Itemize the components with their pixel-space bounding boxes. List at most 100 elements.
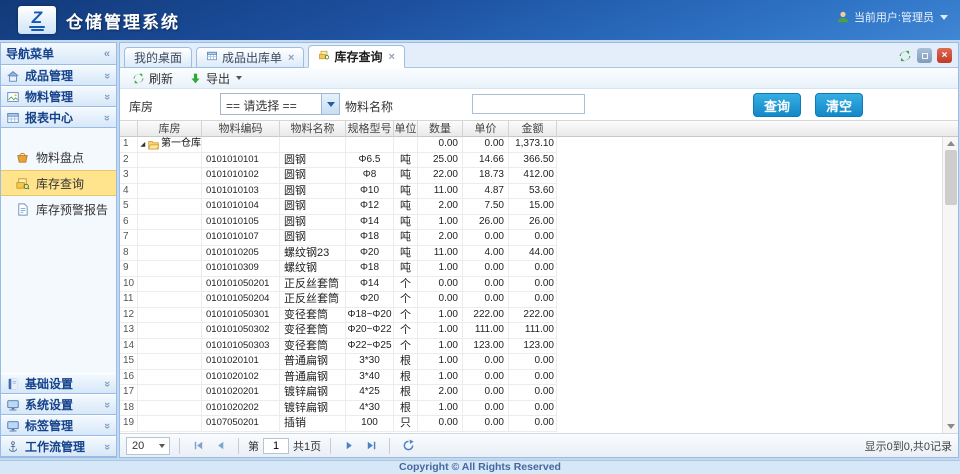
- table-row[interactable]: 8 0101010205 螺纹钢23 Φ20 吨 11.00 4.00 44.0…: [120, 246, 958, 262]
- home-icon: [6, 69, 20, 83]
- sidebar-item-workflow-management[interactable]: 工作流管理 »: [1, 436, 116, 457]
- first-page-button[interactable]: [189, 437, 207, 455]
- cell-qty: 1.00: [418, 261, 463, 277]
- sidebar-item-basic-settings[interactable]: 基础设置 »: [1, 373, 116, 394]
- vertical-scrollbar[interactable]: [942, 137, 958, 433]
- sidebar-item-report-center[interactable]: 报表中心 «: [1, 107, 116, 128]
- table-row[interactable]: 3 0101010102 圆钢 Φ8 吨 22.00 18.73 412.00: [120, 168, 958, 184]
- cell-material-name: 圆钢: [280, 230, 346, 246]
- cell-spec: 4*25: [346, 385, 394, 401]
- combo-arrow-button[interactable]: [321, 94, 339, 114]
- sidebar-item-material-count[interactable]: 物料盘点: [1, 144, 116, 170]
- tab-inventory-query[interactable]: 库存查询 ×: [308, 45, 404, 68]
- maximize-icon[interactable]: [917, 48, 932, 63]
- page-size-select[interactable]: 20: [126, 437, 170, 455]
- sidebar-item-system-settings[interactable]: 系统设置 »: [1, 394, 116, 415]
- tree-group-row[interactable]: 1 第一仓库 0.00 0.00 1,373.10: [120, 137, 958, 153]
- col-unit[interactable]: 单位: [394, 121, 418, 137]
- cell-material-name: 镀锌扁钢: [280, 401, 346, 417]
- cell-qty: 2.00: [418, 385, 463, 401]
- sidebar-item-label: 系统设置: [25, 396, 73, 413]
- prev-page-button[interactable]: [211, 437, 229, 455]
- col-rownum[interactable]: [120, 121, 138, 137]
- table-row[interactable]: 11 010101050204 正反丝套筒 Φ20 个 0.00 0.00 0.…: [120, 292, 958, 308]
- sidebar-item-inventory-query[interactable]: 库存查询: [1, 170, 116, 196]
- col-warehouse[interactable]: 库房: [138, 121, 202, 137]
- row-number: 6: [120, 215, 138, 231]
- cell-material-name: 正反丝套筒: [280, 277, 346, 293]
- tab-my-desktop[interactable]: 我的桌面: [124, 47, 192, 68]
- table-icon: [206, 50, 218, 65]
- query-button[interactable]: 查询: [753, 93, 801, 117]
- tab-close-icon[interactable]: ×: [288, 52, 294, 64]
- table-row[interactable]: 19 0107050201 插销 100 只 0.00 0.00 0.00: [120, 416, 958, 432]
- sidebar-item-finished-goods[interactable]: 成品管理 »: [1, 65, 116, 86]
- table-row[interactable]: 10 010101050201 正反丝套筒 Φ14 个 0.00 0.00 0.…: [120, 277, 958, 293]
- table-row[interactable]: 17 0101020201 镀锌扁钢 4*25 根 2.00 0.00 0.00: [120, 385, 958, 401]
- col-price[interactable]: 单价: [463, 121, 509, 137]
- chevron-double-up-icon: «: [101, 114, 113, 120]
- table-row[interactable]: 15 0101020101 普通扁钢 3*30 根 1.00 0.00 0.00: [120, 354, 958, 370]
- col-material-name[interactable]: 物料名称: [280, 121, 346, 137]
- cell-spec: Φ18: [346, 261, 394, 277]
- table-row[interactable]: 6 0101010105 圆钢 Φ14 吨 1.00 26.00 26.00: [120, 215, 958, 231]
- table-row[interactable]: 5 0101010104 圆钢 Φ12 吨 2.00 7.50 15.00: [120, 199, 958, 215]
- scroll-down-icon[interactable]: [947, 424, 955, 429]
- warehouse-name: 第一仓库: [161, 137, 201, 152]
- tree-expand-icon[interactable]: [140, 141, 146, 148]
- table-row[interactable]: 7 0101010107 圆钢 Φ18 吨 2.00 0.00 0.00: [120, 230, 958, 246]
- sidebar-item-label-management[interactable]: 标签管理 »: [1, 415, 116, 436]
- cell-spec: Φ6.5: [346, 153, 394, 169]
- current-user-menu[interactable]: 当前用户:管理员: [836, 9, 948, 25]
- sidebar-item-label: 物料管理: [25, 88, 73, 105]
- tab-finished-goods-outbound[interactable]: 成品出库单 ×: [196, 47, 304, 68]
- scrollbar-thumb[interactable]: [945, 150, 957, 205]
- cell-amount: 26.00: [509, 215, 557, 231]
- export-button[interactable]: 导出: [182, 69, 249, 88]
- cell-spec: 100: [346, 416, 394, 432]
- group-amount: 1,373.10: [509, 137, 557, 153]
- table-row[interactable]: 14 010101050303 变径套筒 Φ22~Φ25 个 1.00 123.…: [120, 339, 958, 355]
- tab-close-icon[interactable]: ×: [388, 51, 394, 63]
- cell-material-name: 插销: [280, 416, 346, 432]
- cell-unit: 吨: [394, 246, 418, 262]
- cell-amount: 0.00: [509, 370, 557, 386]
- scroll-up-icon[interactable]: [947, 141, 955, 146]
- pager-refresh-button[interactable]: [399, 437, 417, 455]
- clear-button[interactable]: 清空: [815, 93, 863, 117]
- col-qty[interactable]: 数量: [418, 121, 463, 137]
- cell-amount: 0.00: [509, 261, 557, 277]
- table-row[interactable]: 16 0101020102 普通扁钢 3*40 根 1.00 0.00 0.00: [120, 370, 958, 386]
- last-page-button[interactable]: [362, 437, 380, 455]
- cell-qty: 2.00: [418, 230, 463, 246]
- close-icon[interactable]: ×: [937, 48, 952, 63]
- grid-body: 1 第一仓库 0.00 0.00 1,373.10 2 0101010: [120, 137, 958, 432]
- warehouse-select[interactable]: == 请选择 ==: [220, 93, 340, 115]
- col-amount[interactable]: 金额: [509, 121, 557, 137]
- refresh-tab-icon[interactable]: [898, 49, 912, 63]
- sidebar-item-materials[interactable]: 物料管理 »: [1, 86, 116, 107]
- sidebar-item-label: 库存预警报告: [36, 201, 108, 218]
- col-spec[interactable]: 规格型号: [346, 121, 394, 137]
- table-row[interactable]: 2 0101010101 圆钢 Φ6.5 吨 25.00 14.66 366.5…: [120, 153, 958, 169]
- table-row[interactable]: 9 0101010309 螺纹钢 Φ18 吨 1.00 0.00 0.00: [120, 261, 958, 277]
- material-name-input[interactable]: [472, 94, 585, 114]
- table-row[interactable]: 13 010101050302 变径套筒 Φ20~Φ22 个 1.00 111.…: [120, 323, 958, 339]
- cell-price: 222.00: [463, 308, 509, 324]
- cell-unit: 根: [394, 354, 418, 370]
- table-row[interactable]: 4 0101010103 圆钢 Φ10 吨 11.00 4.87 53.60: [120, 184, 958, 200]
- refresh-button[interactable]: 刷新: [125, 69, 180, 88]
- col-material-code[interactable]: 物料编码: [202, 121, 280, 137]
- cell-material-name: 圆钢: [280, 215, 346, 231]
- table-row[interactable]: 18 0101020202 镀锌扁钢 4*30 根 1.00 0.00 0.00: [120, 401, 958, 417]
- sidebar-title-bar: 导航菜单 «: [1, 43, 116, 65]
- table-row[interactable]: 12 010101050301 变径套筒 Φ18~Φ20 个 1.00 222.…: [120, 308, 958, 324]
- page-number-input[interactable]: [263, 438, 289, 454]
- sidebar-item-inventory-warning-report[interactable]: 库存预警报告: [1, 196, 116, 222]
- sidebar-collapse-icon[interactable]: «: [104, 48, 110, 60]
- row-number: 11: [120, 292, 138, 308]
- chevron-down-icon: [327, 102, 335, 107]
- next-page-button[interactable]: [340, 437, 358, 455]
- cell-material-code: 010101050301: [202, 308, 280, 324]
- footer: Copyright © All Rights Reserved: [0, 460, 960, 474]
